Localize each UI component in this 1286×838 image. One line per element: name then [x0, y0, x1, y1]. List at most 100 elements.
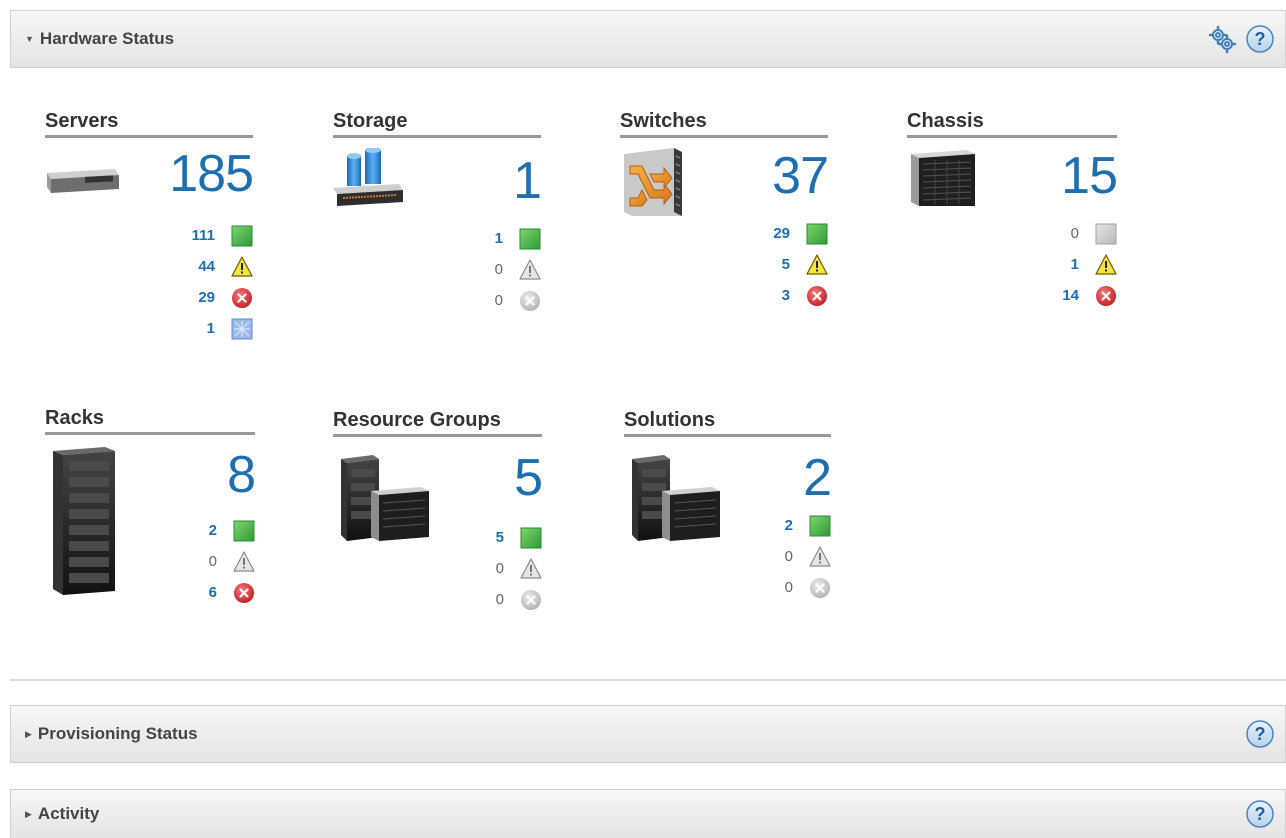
switches-critical-row[interactable]: 3 — [760, 280, 828, 311]
servers-total[interactable]: 185 — [169, 148, 254, 200]
chassis-tile[interactable]: Chassis 15 0 1 14 — [907, 110, 1118, 311]
resource-groups-total[interactable]: 5 — [514, 452, 543, 504]
storage-tile[interactable]: Storage 1 1 0 0 — [333, 110, 542, 311]
expand-arrow-icon[interactable]: ▶ — [25, 729, 32, 740]
switches-warning-count[interactable]: 5 — [760, 256, 790, 273]
racks-warning-row[interactable]: 0 — [187, 546, 255, 577]
storage-normal-row[interactable]: 1 — [473, 223, 541, 254]
help-icon[interactable]: ? — [1245, 719, 1275, 749]
racks-critical-count[interactable]: 6 — [187, 584, 217, 601]
activity-title: Activity — [37, 804, 100, 823]
switches-warning-row[interactable]: 5 — [760, 249, 828, 280]
solutions-normal-count[interactable]: 2 — [763, 517, 793, 534]
resource-groups-normal-row[interactable]: 5 — [474, 522, 542, 553]
resource-groups-tile[interactable]: Resource Groups 5 5 0 0 — [333, 409, 543, 619]
switches-total[interactable]: 37 — [772, 150, 829, 202]
switch-device-icon — [624, 148, 682, 216]
gear-icon[interactable] — [1207, 24, 1237, 54]
switches-normal-count[interactable]: 29 — [760, 225, 790, 242]
chassis-normal-row[interactable]: 0 — [1049, 218, 1117, 249]
storage-warning-row[interactable]: 0 — [473, 254, 541, 285]
help-icon[interactable]: ? — [1245, 24, 1275, 54]
storage-device-icon — [333, 148, 403, 206]
warning-status-icon — [806, 253, 828, 275]
servers-warning-count[interactable]: 44 — [185, 258, 215, 275]
normal-status-icon — [520, 527, 542, 548]
solutions-total[interactable]: 2 — [803, 452, 832, 504]
unknown-status-icon — [231, 318, 253, 339]
resource-groups-warning-row[interactable]: 0 — [474, 553, 542, 584]
storage-critical-count[interactable]: 0 — [473, 292, 503, 309]
section-divider — [10, 679, 1286, 681]
rack-device-icon — [53, 447, 115, 595]
svg-text:?: ? — [1255, 804, 1266, 824]
resource-groups-critical-row[interactable]: 0 — [474, 584, 542, 615]
normal-status-icon — [233, 520, 255, 541]
warning-status-icon — [233, 550, 255, 572]
servers-critical-count[interactable]: 29 — [185, 289, 215, 306]
racks-critical-row[interactable]: 6 — [187, 577, 255, 608]
chassis-total[interactable]: 15 — [1061, 150, 1118, 202]
racks-total[interactable]: 8 — [227, 449, 256, 501]
collapse-arrow-icon[interactable]: ▼ — [25, 34, 34, 44]
warning-status-icon — [520, 557, 542, 579]
critical-status-icon — [1096, 285, 1116, 306]
chassis-warning-count[interactable]: 1 — [1049, 256, 1079, 273]
svg-text:?: ? — [1255, 724, 1266, 744]
warning-status-icon — [1095, 253, 1117, 275]
chassis-critical-count[interactable]: 14 — [1049, 287, 1079, 304]
servers-other-count[interactable]: 1 — [185, 320, 215, 337]
warning-status-icon — [231, 255, 253, 277]
chassis-device-icon — [911, 150, 975, 206]
servers-title[interactable]: Servers — [45, 110, 253, 138]
chassis-title[interactable]: Chassis — [907, 110, 1117, 138]
resource-groups-title[interactable]: Resource Groups — [333, 409, 542, 437]
chassis-warning-row[interactable]: 1 — [1049, 249, 1117, 280]
storage-critical-row[interactable]: 0 — [473, 285, 541, 316]
switches-normal-row[interactable]: 29 — [760, 218, 828, 249]
resource-groups-warning-count[interactable]: 0 — [474, 560, 504, 577]
servers-warning-row[interactable]: 44 — [185, 251, 253, 282]
normal-status-icon — [806, 223, 828, 244]
resource-groups-critical-count[interactable]: 0 — [474, 591, 504, 608]
svg-text:?: ? — [1255, 29, 1266, 49]
critical-status-icon — [234, 582, 254, 603]
solutions-title[interactable]: Solutions — [624, 409, 831, 437]
chassis-critical-row[interactable]: 14 — [1049, 280, 1117, 311]
hardware-status-header[interactable]: ▼ Hardware Status ? — [10, 10, 1286, 68]
solutions-critical-count[interactable]: 0 — [763, 579, 793, 596]
critical-status-icon — [810, 577, 830, 598]
servers-normal-row[interactable]: 111 — [185, 220, 253, 251]
servers-tile[interactable]: Servers 185 111 44 29 1 — [45, 110, 254, 350]
solutions-warning-row[interactable]: 0 — [763, 541, 831, 572]
server-device-icon — [47, 169, 119, 193]
storage-total[interactable]: 1 — [513, 155, 542, 207]
normal-status-icon — [809, 515, 831, 536]
solutions-tile[interactable]: Solutions 2 2 0 0 — [624, 409, 832, 609]
provisioning-status-header[interactable]: ▶ Provisioning Status ? — [10, 705, 1286, 763]
racks-normal-row[interactable]: 2 — [187, 515, 255, 546]
servers-critical-row[interactable]: 29 — [185, 282, 253, 313]
racks-warning-count[interactable]: 0 — [187, 553, 217, 570]
expand-arrow-icon[interactable]: ▶ — [25, 809, 32, 820]
racks-normal-count[interactable]: 2 — [187, 522, 217, 539]
resource-groups-normal-count[interactable]: 5 — [474, 529, 504, 546]
solutions-normal-row[interactable]: 2 — [763, 510, 831, 541]
switches-tile[interactable]: Switches 37 29 5 3 — [620, 110, 829, 311]
activity-header[interactable]: ▶ Activity ? — [10, 789, 1286, 838]
storage-title[interactable]: Storage — [333, 110, 541, 138]
storage-warning-count[interactable]: 0 — [473, 261, 503, 278]
warning-status-icon — [519, 258, 541, 280]
chassis-normal-count[interactable]: 0 — [1049, 225, 1079, 242]
switches-critical-count[interactable]: 3 — [760, 287, 790, 304]
servers-other-row[interactable]: 1 — [185, 313, 253, 344]
solutions-critical-row[interactable]: 0 — [763, 572, 831, 603]
critical-status-icon — [520, 290, 540, 311]
racks-title[interactable]: Racks — [45, 407, 255, 435]
solutions-warning-count[interactable]: 0 — [763, 548, 793, 565]
switches-title[interactable]: Switches — [620, 110, 828, 138]
servers-normal-count[interactable]: 111 — [185, 227, 215, 244]
racks-tile[interactable]: Racks 8 2 0 6 — [45, 407, 256, 603]
storage-normal-count[interactable]: 1 — [473, 230, 503, 247]
help-icon[interactable]: ? — [1245, 799, 1275, 829]
